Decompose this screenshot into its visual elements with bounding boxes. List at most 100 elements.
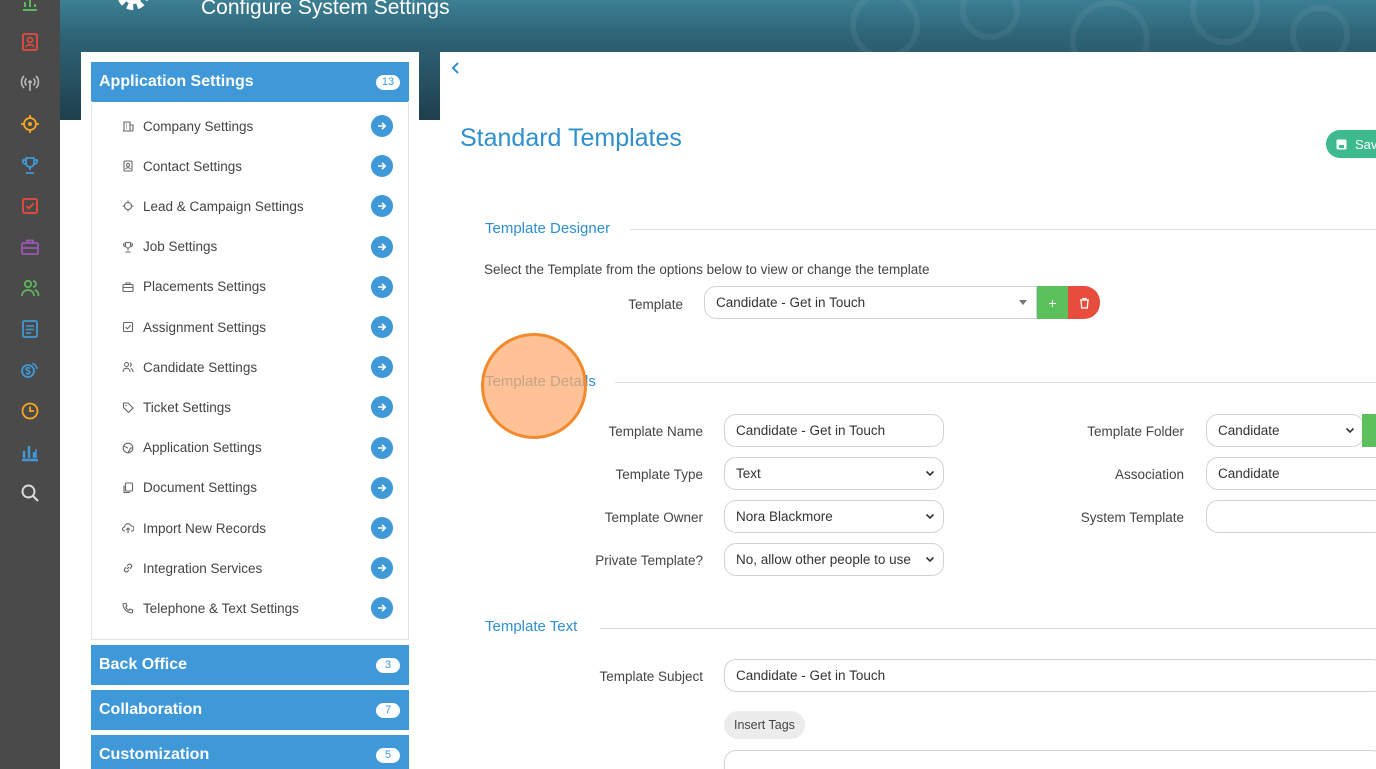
arrow-right-icon[interactable] [371,115,393,137]
association-value: Candidate [1218,466,1280,481]
association-input[interactable]: Candidate [1206,457,1376,490]
trophy-icon[interactable] [19,154,41,176]
sidebar-item[interactable]: Candidate Settings [92,347,408,387]
document-icon[interactable] [19,318,41,340]
arrow-right-icon[interactable] [371,396,393,419]
sidebar-item-label: Job Settings [143,239,218,255]
main-content: Standard Templates Sav Template Designer… [440,52,1376,769]
template-owner-label: Template Owner [604,510,703,525]
sidebar-item[interactable]: Import New Records [92,508,408,548]
sidebar-item[interactable]: Placements Settings [92,267,408,307]
sidebar-item-label: Document Settings [143,480,258,496]
template-text-heading: Template Text [485,618,592,635]
arrow-right-icon[interactable] [371,517,393,539]
arrow-right-icon[interactable] [371,235,393,258]
add-template-button[interactable]: + [1037,286,1068,319]
trash-icon [1079,297,1089,309]
template-type-select[interactable]: Text [724,457,944,490]
system-template-input[interactable] [1206,500,1376,533]
template-owner-select[interactable]: Nora Blackmore [724,500,944,533]
count-badge: 3 [376,658,400,673]
template-select-value: Candidate - Get in Touch [716,295,866,310]
contact-card-icon[interactable] [19,31,41,53]
application-settings-list: Company Settings Contact Settings Lead & C… [91,101,409,640]
template-folder-select[interactable]: Candidate [1206,414,1364,447]
bar-chart-icon[interactable] [19,0,41,14]
arrow-right-icon[interactable] [371,275,393,298]
globe-icon [121,441,135,455]
money-icon[interactable] [19,359,41,381]
arrow-right-icon[interactable] [371,356,393,379]
sidebar-item[interactable]: Ticket Settings [92,387,408,427]
sidebar-item[interactable]: Document Settings [92,468,408,508]
template-folder-label: Template Folder [1087,424,1184,439]
analytics-icon[interactable] [19,441,41,463]
arrow-right-icon[interactable] [371,436,393,459]
building-icon [121,119,135,133]
checkbox-icon[interactable] [19,195,41,217]
sidebar-item[interactable]: Telephone & Text Settings [92,588,408,628]
floppy-disk-icon [1336,139,1347,149]
section-back-office[interactable]: Back Office 3 [91,645,409,685]
briefcase-icon[interactable] [19,236,41,258]
template-subject-input[interactable]: Candidate - Get in Touch [724,659,1376,692]
template-name-input[interactable]: Candidate - Get in Touch [724,414,944,447]
chevron-down-icon [1345,427,1355,434]
sidebar-item-label: Ticket Settings [143,399,232,415]
sidebar-item-label: Integration Services [143,560,263,576]
page-title: Standard Templates [460,124,682,152]
save-label: Sav [1355,136,1376,152]
sidebar-item[interactable]: Application Settings [92,428,408,468]
template-subject-value: Candidate - Get in Touch [736,668,886,683]
template-name-value: Candidate - Get in Touch [736,423,886,438]
count-badge: 13 [376,75,400,90]
arrow-right-icon[interactable] [371,155,393,178]
section-collaboration[interactable]: Collaboration 7 [91,690,409,730]
users-icon[interactable] [19,277,41,299]
arrow-right-icon[interactable] [371,316,393,338]
crosshair-icon [121,199,135,213]
phone-icon [121,601,135,615]
gear-icon [118,0,148,10]
sidebar-item[interactable]: Company Settings [92,106,408,146]
divider [615,382,1376,383]
sidebar-item[interactable]: Contact Settings [92,146,408,186]
add-folder-button[interactable] [1362,414,1376,447]
sidebar-item-label: Company Settings [143,118,254,134]
sidebar-item-label: Assignment Settings [143,319,267,335]
users-icon [121,360,135,374]
divider [630,229,1376,230]
arrow-right-icon[interactable] [371,597,393,620]
section-label: Back Office [99,656,188,673]
sidebar-item-label: Placements Settings [143,279,267,295]
section-customization[interactable]: Customization 5 [91,735,409,769]
delete-template-button[interactable] [1068,286,1100,319]
arrow-right-icon[interactable] [371,476,393,499]
arrow-right-icon[interactable] [371,195,393,218]
section-application-settings[interactable]: Application Settings 13 [91,62,409,102]
template-body-editor[interactable] [724,750,1376,769]
chevron-down-icon [925,556,935,563]
insert-tags-button[interactable]: Insert Tags [724,711,805,739]
private-template-select[interactable]: No, allow other people to use [724,543,944,576]
icon-rail [0,0,60,769]
sidebar-item[interactable]: Lead & Campaign Settings [92,186,408,226]
contact-icon [121,159,135,173]
save-button[interactable]: Sav [1326,130,1376,158]
sidebar-item[interactable]: Job Settings [92,227,408,267]
system-template-label: System Template [1080,510,1184,525]
template-designer-heading: Template Designer [485,220,625,237]
briefcase-icon [121,280,135,294]
crosshair-icon[interactable] [19,113,41,135]
sidebar-item[interactable]: Assignment Settings [92,307,408,347]
search-icon[interactable] [19,482,41,504]
designer-instruction: Select the Template from the options bel… [484,262,930,277]
broadcast-icon[interactable] [19,72,41,94]
association-label: Association [1114,467,1184,482]
sidebar-item[interactable]: Integration Services [92,548,408,588]
arrow-right-icon[interactable] [371,557,393,580]
template-select[interactable]: Candidate - Get in Touch [704,286,1037,319]
chevron-left-icon[interactable] [448,60,464,76]
clock-icon[interactable] [19,400,41,422]
private-template-label: Private Template? [595,553,703,568]
